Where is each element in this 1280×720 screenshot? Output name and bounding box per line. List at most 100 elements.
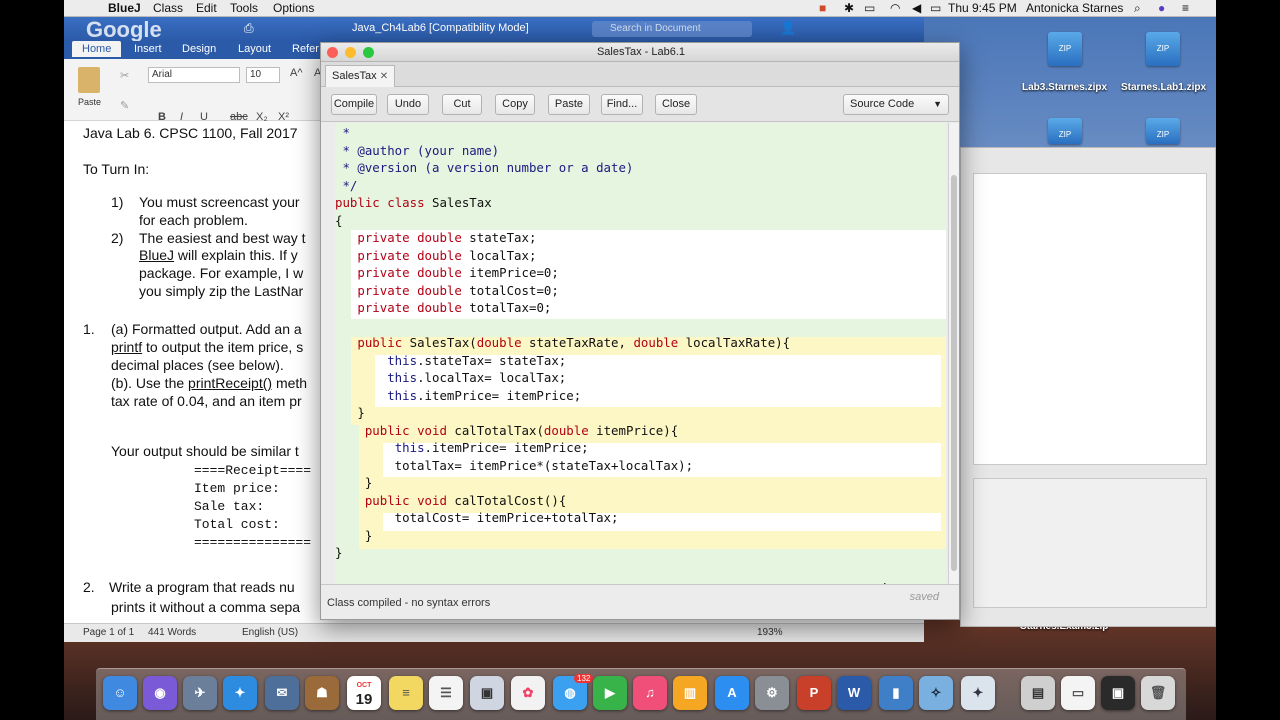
minimize-window-icon[interactable] xyxy=(345,47,356,58)
itunes-icon[interactable]: ♫ xyxy=(633,676,667,710)
app-store-icon[interactable]: A xyxy=(715,676,749,710)
tab-insert[interactable]: Insert xyxy=(134,43,162,55)
undo-button[interactable]: Undo xyxy=(387,94,429,115)
airplay-icon[interactable]: ▭ xyxy=(864,1,875,16)
ibooks-icon[interactable]: ▥ xyxy=(673,676,707,710)
screenshot-icon[interactable]: ▤ xyxy=(1021,676,1055,710)
battery-icon[interactable]: ▭ xyxy=(930,1,941,16)
close-window-icon[interactable] xyxy=(327,47,338,58)
bluetooth-icon[interactable]: ✱ xyxy=(844,1,854,16)
close-tab-icon[interactable]: ✕ xyxy=(380,71,388,82)
system-preferences-icon[interactable]: ⚙ xyxy=(755,676,789,710)
doc-text-segment: (b). Use the xyxy=(111,375,189,391)
preview-icon[interactable]: ▣ xyxy=(470,676,504,710)
format-painter-icon[interactable]: ✎ xyxy=(120,99,129,112)
office-icon[interactable]: ■ xyxy=(819,1,826,16)
cut-icon[interactable]: ✂ xyxy=(120,69,129,82)
siri-icon[interactable]: ● xyxy=(1158,1,1165,16)
paste-icon[interactable] xyxy=(78,67,100,93)
contacts-icon[interactable]: ☗ xyxy=(305,676,339,710)
scrollbar-thumb[interactable] xyxy=(951,175,957,571)
tab-home[interactable]: Home xyxy=(72,41,122,57)
print-icon[interactable]: ⎙ xyxy=(244,21,254,36)
find-button[interactable]: Find... xyxy=(601,94,643,115)
powerpoint-icon[interactable]: P xyxy=(797,676,831,710)
close-button[interactable]: Close xyxy=(655,94,697,115)
grow-font-icon[interactable]: A^ xyxy=(290,67,303,79)
doc-text-line: package. For example, I w xyxy=(139,265,304,281)
bluej-window-icon[interactable]: ✦ xyxy=(961,676,995,710)
font-size-select[interactable]: 10 xyxy=(246,67,280,83)
zip-file-icon[interactable]: ZIP xyxy=(1146,32,1180,66)
zoom-window-icon[interactable] xyxy=(363,47,374,58)
wifi-icon[interactable]: ◠ xyxy=(890,1,900,16)
zip-file-icon[interactable]: ZIP xyxy=(1048,32,1082,66)
zip-file-icon[interactable]: ZIP xyxy=(1146,118,1180,144)
word-icon[interactable]: W xyxy=(837,676,871,710)
code-editor[interactable]: * * @author (your name) * @version (a ve… xyxy=(335,123,946,584)
finder-icon[interactable]: ☺ xyxy=(103,676,137,710)
menu-app-bluej[interactable]: BlueJ xyxy=(108,1,141,16)
trash-icon[interactable]: 🗑 xyxy=(1141,676,1175,710)
desktop-icon-label[interactable]: Lab3.Starnes.zipx xyxy=(1022,82,1107,93)
paste-button[interactable]: Paste xyxy=(548,94,590,115)
paste-label[interactable]: Paste xyxy=(78,97,101,107)
font-name-select[interactable]: Arial xyxy=(148,67,240,83)
notification-center-icon[interactable]: ≡ xyxy=(1182,1,1189,16)
terminal-icon[interactable]: ▣ xyxy=(1101,676,1135,710)
menu-tools[interactable]: Tools xyxy=(230,1,258,16)
zoom-level[interactable]: 193% xyxy=(757,627,783,638)
code-line: private double localTax; xyxy=(357,247,537,263)
menu-edit[interactable]: Edit xyxy=(196,1,217,16)
zip-file-icon[interactable]: ZIP xyxy=(1048,118,1082,144)
code-line: * xyxy=(335,125,350,140)
doc-underlined-text: printf xyxy=(111,339,143,355)
notes-icon[interactable]: ≡ xyxy=(389,676,423,710)
user-name[interactable]: Antonicka Starnes xyxy=(1026,1,1123,16)
doc-mono-line: Total cost: xyxy=(194,517,280,532)
doc-text-line: printf to output the item price, s xyxy=(111,339,303,355)
code-line: private double totalTax=0; xyxy=(357,300,552,315)
view-mode-select[interactable]: Source Code ▼ xyxy=(843,94,949,115)
launchpad-icon[interactable]: ✈ xyxy=(183,676,217,710)
mail-icon[interactable]: ✉ xyxy=(265,676,299,710)
share-icon[interactable]: 👤 xyxy=(780,20,796,36)
menu-options[interactable]: Options xyxy=(273,1,314,16)
spotlight-icon[interactable]: ⌕ xyxy=(1134,1,1141,16)
editor-toolbar: Compile Undo Cut Copy Paste Find... Clos… xyxy=(321,87,959,122)
document-icon[interactable]: ▭ xyxy=(1061,676,1095,710)
editor-scrollbar[interactable] xyxy=(948,123,959,584)
tab-design[interactable]: Design xyxy=(182,43,216,55)
doc-to-turn-in: To Turn In: xyxy=(83,161,150,177)
calendar-icon[interactable]: OCT 19 xyxy=(347,676,381,710)
copy-button[interactable]: Copy xyxy=(495,94,535,115)
doc-underlined-text: BlueJ xyxy=(139,247,175,263)
doc-text-line: (b). Use the printReceipt() meth xyxy=(111,375,307,391)
facetime-icon[interactable]: ▶ xyxy=(593,676,627,710)
doc-text-line: Write a program that reads nu xyxy=(109,579,295,595)
doc-text-line: decimal places (see below). xyxy=(111,357,284,373)
word-search-input[interactable]: Search in Document xyxy=(592,21,752,37)
code-line: this.localTax= localTax; xyxy=(387,370,567,385)
compile-button[interactable]: Compile xyxy=(331,94,377,115)
clock[interactable]: Thu 9:45 PM xyxy=(948,1,1017,16)
cut-button[interactable]: Cut xyxy=(442,94,482,115)
tab-salestax[interactable]: SalesTax ✕ xyxy=(325,65,396,87)
tab-layout[interactable]: Layout xyxy=(238,43,271,55)
doc-list-number: 2) xyxy=(111,230,124,246)
word-count[interactable]: 441 Words xyxy=(148,627,196,638)
safari-icon[interactable]: ✦ xyxy=(223,676,257,710)
reminders-icon[interactable]: ☰ xyxy=(429,676,463,710)
page-count[interactable]: Page 1 of 1 xyxy=(83,627,134,638)
desktop-icon-label[interactable]: Starnes.Lab1.zipx xyxy=(1121,82,1206,93)
language[interactable]: English (US) xyxy=(242,627,298,638)
volume-icon[interactable]: ◀ xyxy=(912,1,921,16)
menu-class[interactable]: Class xyxy=(153,1,183,16)
bluej-folder-icon[interactable]: ▮ xyxy=(879,676,913,710)
screen: BlueJ Class Edit Tools Options ■ ✱ ▭ ◠ ◀… xyxy=(0,0,1280,720)
siri-dock-icon[interactable]: ◉ xyxy=(143,676,177,710)
bluej-icon[interactable]: ✧ xyxy=(919,676,953,710)
photos-icon[interactable]: ✿ xyxy=(511,676,545,710)
google-watermark: Google xyxy=(86,17,162,42)
tab-references[interactable]: Refer xyxy=(292,43,319,55)
